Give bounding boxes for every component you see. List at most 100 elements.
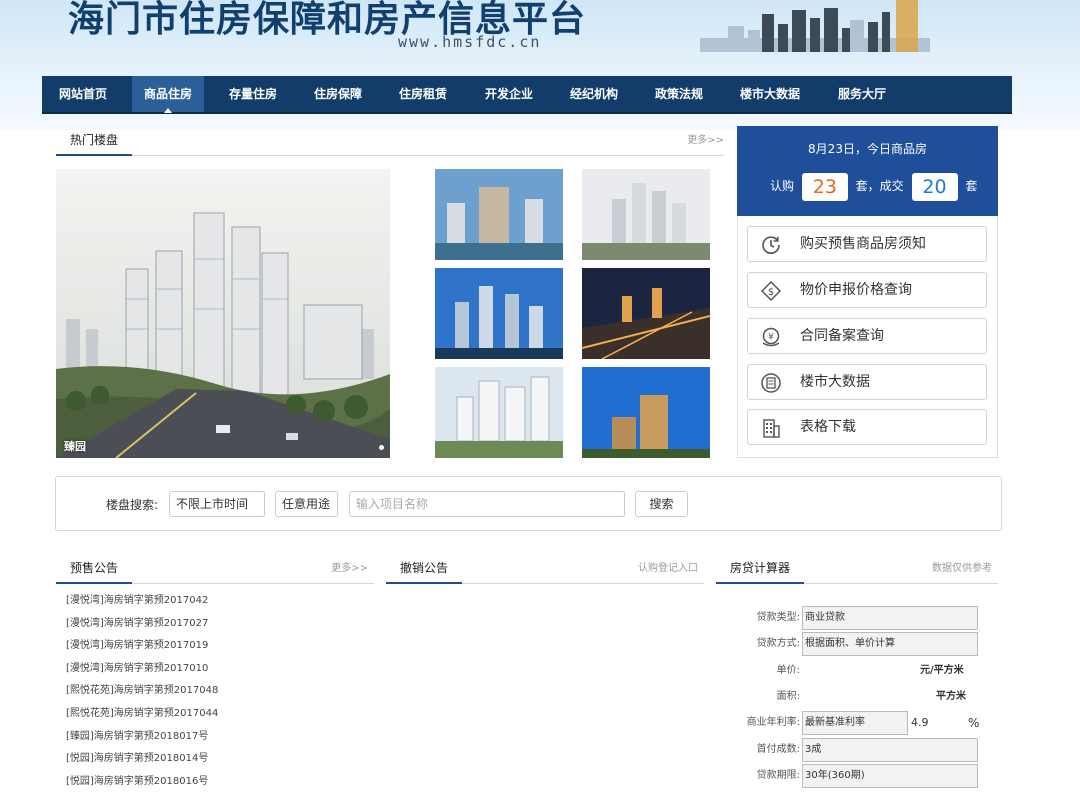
calc-label: 贷款类型: xyxy=(756,612,800,623)
hot-listings-header: 热门楼盘 更多>> xyxy=(56,127,724,156)
calc-label: 商业年利率: xyxy=(746,717,800,728)
stats-unit-mid: 套，成交 xyxy=(855,179,904,193)
list-item[interactable]: [悦园]海房销字第预2018014号 xyxy=(66,748,326,771)
nav-item-policies[interactable]: 政策法规 xyxy=(655,76,703,112)
quick-link-presale-notice[interactable]: 购买预售商品房须知 xyxy=(747,226,987,262)
list-item[interactable]: [熙悦花苑]海房销字第预2017044 xyxy=(66,703,326,726)
presale-more-link[interactable]: 更多>> xyxy=(331,555,368,582)
site-url: www.hmsfdc.cn xyxy=(398,33,542,51)
nav-item-commercial-housing[interactable]: 商品住房 xyxy=(132,76,205,113)
quick-link-label: 合同备案查询 xyxy=(800,328,884,344)
list-item[interactable]: [漫悦湾]海房销字第预2017019 xyxy=(66,635,326,658)
area-unit: 平方米 xyxy=(936,691,966,702)
quick-link-label: 表格下载 xyxy=(800,419,856,435)
deal-count: 20 xyxy=(911,172,958,201)
nav-item-agencies[interactable]: 经纪机构 xyxy=(570,76,618,112)
loan-term-select[interactable]: 30年(360期) xyxy=(802,764,978,788)
skyline-illustration xyxy=(700,0,930,52)
loan-method-select[interactable]: 根据面积、单价计算 xyxy=(802,632,978,656)
loan-calculator-header: 房贷计算器 数据仅供参考 xyxy=(716,555,998,584)
list-item[interactable]: [悦园]海房销字第预2018016号 xyxy=(66,771,326,793)
nav-item-home[interactable]: 网站首页 xyxy=(59,76,107,112)
project-thumbnail[interactable] xyxy=(435,169,563,260)
calc-down-payment-row: 首付成数: 3成 xyxy=(728,738,982,762)
list-item[interactable]: [臻园]海房销字第预2018017号 xyxy=(66,726,326,749)
presale-header: 预售公告 更多>> xyxy=(56,555,374,584)
quick-link-label: 购买预售商品房须知 xyxy=(800,236,926,252)
stats-count-line: 认购 23 套，成交 20 套 xyxy=(770,172,977,201)
nav-item-existing-housing[interactable]: 存量住房 xyxy=(229,76,277,112)
subscribe-count: 23 xyxy=(801,172,848,201)
nav-item-developers[interactable]: 开发企业 xyxy=(485,76,533,112)
quick-link-label: 物价申报价格查询 xyxy=(800,282,912,298)
stats-unit-end: 套 xyxy=(965,179,978,193)
quick-link-label: 楼市大数据 xyxy=(800,374,870,390)
revoke-title[interactable]: 撤销公告 xyxy=(386,555,463,584)
nav-item-housing-rental[interactable]: 住房租赁 xyxy=(399,76,447,112)
list-item[interactable]: [漫悦湾]海房销字第预2017027 xyxy=(66,613,326,636)
loan-calculator-title[interactable]: 房贷计算器 xyxy=(716,555,805,584)
main-nav: 网站首页 商品住房 存量住房 住房保障 住房租赁 开发企业 经纪机构 政策法规 … xyxy=(42,76,1012,114)
nav-item-service-hall[interactable]: 服务大厅 xyxy=(838,76,886,112)
usage-select[interactable]: 任意用途 xyxy=(275,491,338,517)
clock-refresh-icon xyxy=(762,236,780,254)
calc-label: 单价: xyxy=(776,665,800,676)
list-item[interactable]: [漫悦湾]海房销字第预2017042 xyxy=(66,590,326,613)
down-payment-select[interactable]: 3成 xyxy=(802,738,978,762)
project-thumbnail[interactable] xyxy=(435,367,563,458)
rate-unit: % xyxy=(968,716,980,730)
yuan-coin-icon: ¥ xyxy=(762,327,780,347)
calc-label: 面积: xyxy=(776,691,800,702)
featured-project-photo[interactable]: 臻园 xyxy=(56,169,390,458)
rate-select[interactable]: 最新基准利率 xyxy=(802,711,908,735)
project-thumbnail[interactable] xyxy=(582,268,710,359)
document-icon xyxy=(761,373,781,393)
hot-listings-title[interactable]: 热门楼盘 xyxy=(56,127,133,156)
calculator-note: 数据仅供参考 xyxy=(932,563,992,574)
project-thumbnail[interactable] xyxy=(582,367,710,458)
building-icon xyxy=(763,419,780,438)
subscription-registration-link[interactable]: 认购登记入口 xyxy=(638,555,698,582)
featured-project-illustration xyxy=(56,169,390,458)
price-tag-icon: $ xyxy=(760,280,782,302)
list-item[interactable]: [熙悦花苑]海房销字第预2017048 xyxy=(66,680,326,703)
project-thumbnail[interactable] xyxy=(435,268,563,359)
featured-project-caption: 臻园 xyxy=(64,440,86,453)
svg-text:$: $ xyxy=(768,287,774,298)
daily-sales-stats: 8月23日，今日商品房 认购 23 套，成交 20 套 xyxy=(737,126,998,216)
presale-title[interactable]: 预售公告 xyxy=(56,555,133,584)
quick-link-market-data[interactable]: 楼市大数据 xyxy=(747,364,987,400)
calc-loan-type-row: 贷款类型: 商业贷款 xyxy=(728,606,982,630)
calc-label: 贷款方式: xyxy=(756,638,800,649)
project-name-input[interactable] xyxy=(349,491,625,517)
list-item[interactable]: [漫悦湾]海房销字第预2017010 xyxy=(66,658,326,681)
rate-input[interactable]: 4.9 xyxy=(911,711,929,735)
listing-time-select[interactable]: 不限上市时间 xyxy=(169,491,265,517)
quick-links-panel: 购买预售商品房须知 $ 物价申报价格查询 ¥ 合同备案查询 楼市大数据 表格下载 xyxy=(737,216,998,458)
carousel-dot[interactable] xyxy=(379,445,384,450)
calc-label: 贷款期限: xyxy=(756,770,800,781)
nav-item-housing-security[interactable]: 住房保障 xyxy=(314,76,362,112)
price-unit: 元/平方米 xyxy=(920,665,964,676)
revoke-header: 撤销公告 认购登记入口 xyxy=(386,555,704,584)
loan-type-select[interactable]: 商业贷款 xyxy=(802,606,978,630)
calc-rate-row: 商业年利率: 最新基准利率 4.9 % xyxy=(728,711,982,735)
project-thumbnail[interactable] xyxy=(582,169,710,260)
quick-link-price-query[interactable]: $ 物价申报价格查询 xyxy=(747,272,987,308)
quick-link-form-download[interactable]: 表格下载 xyxy=(747,409,987,445)
calc-price-row: 单价: 元/平方米 xyxy=(728,659,982,683)
project-search-panel: 楼盘搜索: 不限上市时间 任意用途 搜索 xyxy=(55,476,1002,531)
calc-term-row: 贷款期限: 30年(360期) xyxy=(728,764,982,788)
search-label: 楼盘搜索: xyxy=(106,498,159,512)
svg-text:¥: ¥ xyxy=(768,333,774,343)
calc-method-row: 贷款方式: 根据面积、单价计算 xyxy=(728,632,982,656)
quick-link-contract-query[interactable]: ¥ 合同备案查询 xyxy=(747,318,987,354)
hot-listings-more-link[interactable]: 更多>> xyxy=(687,127,724,154)
nav-item-market-data[interactable]: 楼市大数据 xyxy=(740,76,800,112)
subscribe-label: 认购 xyxy=(770,179,795,193)
stats-date-line: 8月23日，今日商品房 xyxy=(808,142,927,156)
calc-area-row: 面积: 平方米 xyxy=(728,685,982,709)
search-button[interactable]: 搜索 xyxy=(635,491,688,517)
presale-list: [漫悦湾]海房销字第预2017042 [漫悦湾]海房销字第预2017027 [漫… xyxy=(66,590,326,793)
calc-label: 首付成数: xyxy=(756,744,800,755)
